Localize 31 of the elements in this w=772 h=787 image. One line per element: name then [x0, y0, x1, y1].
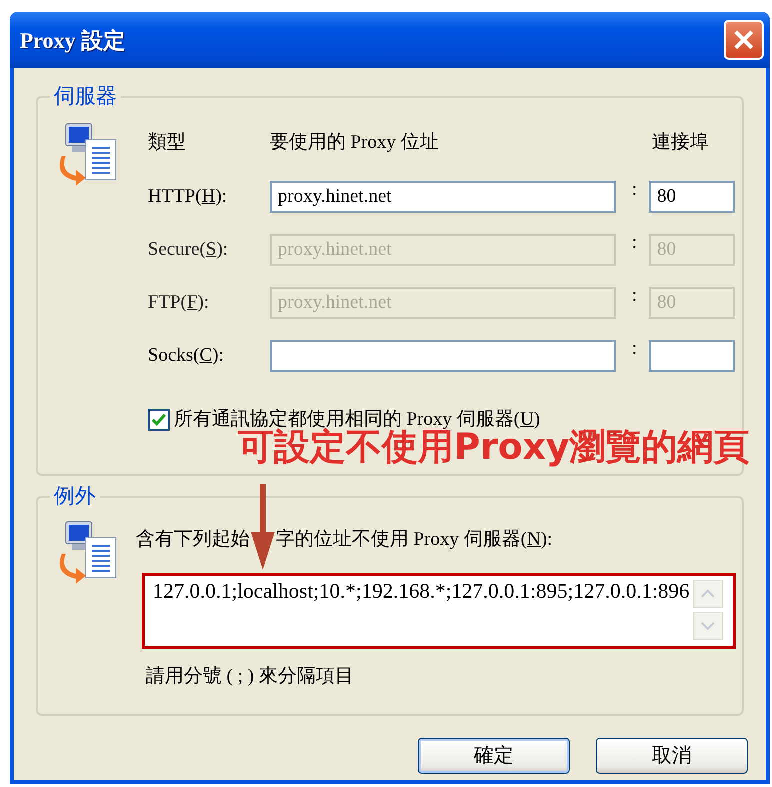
colon-separator: :: [632, 284, 638, 308]
dialog-button[interactable]: 確定: [418, 738, 570, 774]
colon-separator: :: [632, 178, 638, 202]
colon-separator: :: [632, 230, 638, 255]
close-icon: [733, 29, 755, 51]
checkbox[interactable]: [148, 409, 170, 432]
dialog-button[interactable]: 取消: [596, 738, 748, 774]
field-label: Secure(S):: [148, 238, 230, 262]
close-button[interactable]: [724, 20, 764, 60]
field-label: Socks(C):: [148, 344, 226, 368]
field-label: 字的位址不使用 Proxy 伺服器(N):: [276, 528, 553, 552]
field-label: FTP(F):: [148, 290, 210, 315]
field-label: 含有下列起始: [136, 528, 250, 552]
checkmark-icon: [152, 414, 166, 426]
hint-text: 請用分號 ( ; ) 來分隔項目: [146, 664, 355, 688]
annotation-text: 可設定不使用Proxy瀏覽的網頁: [238, 430, 750, 466]
port-field[interactable]: 80: [649, 181, 736, 213]
column-header: 類型: [148, 130, 187, 155]
scroll-up-button[interactable]: [693, 580, 723, 608]
field-label: HTTP(H):: [148, 184, 228, 209]
column-header: 連接埠: [652, 130, 709, 155]
caret-icon: [701, 590, 715, 598]
colon-separator: :: [632, 336, 638, 361]
caret-icon: [701, 622, 715, 630]
port-field[interactable]: [649, 340, 736, 372]
column-header: 要使用的 Proxy 位址: [270, 130, 440, 155]
window-title: Proxy 設定: [20, 26, 126, 55]
scroll-down-button[interactable]: [693, 612, 723, 640]
exceptions-field[interactable]: 127.0.0.1;localhost;10.*;192.168.*;127.0.0.1:895;127.0.0.1:896: [142, 572, 736, 648]
address-field[interactable]: [270, 340, 616, 372]
address-field[interactable]: proxy.hinet.net: [270, 181, 616, 213]
